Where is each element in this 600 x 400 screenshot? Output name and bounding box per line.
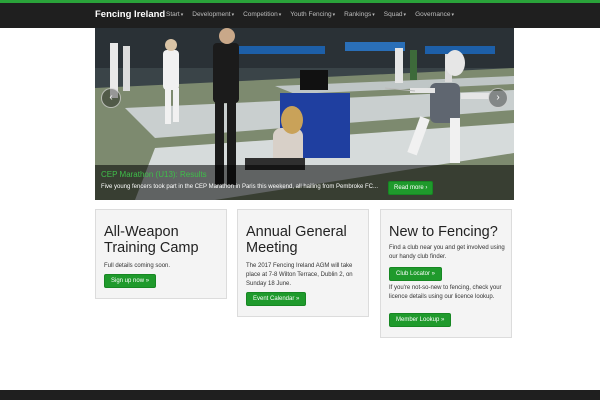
nav-item-start[interactable]: Start▾ — [166, 11, 183, 18]
event-calendar-button[interactable]: Event Calendar » — [246, 292, 307, 306]
club-locator-button[interactable]: Club Locator » — [389, 267, 443, 281]
navbar: Fencing Ireland Start▾ Development▾ Comp… — [0, 3, 600, 28]
read-more-button[interactable]: Read more › — [388, 181, 434, 195]
chevron-down-icon: ▾ — [403, 12, 407, 18]
nav-item-squad[interactable]: Squad▾ — [384, 11, 406, 18]
card-agm: Annual General Meeting The 2017 Fencing … — [237, 209, 369, 317]
member-lookup-button[interactable]: Member Lookup » — [389, 313, 452, 327]
nav-item-competition[interactable]: Competition▾ — [243, 11, 281, 18]
hero-carousel[interactable]: CEP Marathon (U13): Results Five young f… — [95, 28, 514, 200]
card-title: All-Weapon Training Camp — [104, 224, 199, 256]
carousel-prev-button[interactable]: ‹ — [101, 88, 121, 108]
brand-logo-text[interactable]: Fencing Ireland — [95, 9, 165, 20]
main-nav: Start▾ Development▾ Competition▾ Youth F… — [166, 11, 454, 18]
card-training-camp: All-Weapon Training Camp Full details co… — [95, 209, 227, 299]
card-text: The 2017 Fencing Ireland AGM will take p… — [246, 263, 353, 287]
carousel-caption-title[interactable]: CEP Marathon (U13): Results — [101, 170, 207, 179]
nav-item-development[interactable]: Development▾ — [192, 11, 234, 18]
card-text: If you're not-so-new to fencing, check y… — [389, 285, 502, 300]
nav-item-governance[interactable]: Governance▾ — [415, 11, 454, 18]
card-text: Find a club near you and get involved us… — [389, 245, 505, 260]
chevron-down-icon: ▾ — [451, 12, 454, 18]
chevron-down-icon: ▾ — [180, 12, 184, 18]
chevron-right-icon: › — [496, 92, 500, 103]
nav-item-youth-fencing[interactable]: Youth Fencing▾ — [290, 11, 335, 18]
nav-item-rankings[interactable]: Rankings▾ — [344, 11, 375, 18]
card-new-to-fencing: New to Fencing? Find a club near you and… — [380, 209, 512, 338]
card-title: New to Fencing? — [389, 224, 498, 240]
chevron-left-icon: ‹ — [109, 92, 113, 103]
chevron-down-icon: ▾ — [231, 12, 235, 18]
sign-up-button[interactable]: Sign up now » — [104, 274, 157, 288]
chevron-down-icon: ▾ — [372, 12, 375, 18]
carousel-caption-text: Five young fencers took part in the CEP … — [101, 184, 379, 190]
card-text: Full details coming soon. — [104, 263, 171, 269]
footer-bar — [0, 390, 600, 400]
carousel-next-button[interactable]: › — [488, 88, 508, 108]
card-title: Annual General Meeting — [246, 224, 347, 256]
chevron-down-icon: ▾ — [332, 12, 336, 18]
chevron-down-icon: ▾ — [278, 12, 282, 18]
